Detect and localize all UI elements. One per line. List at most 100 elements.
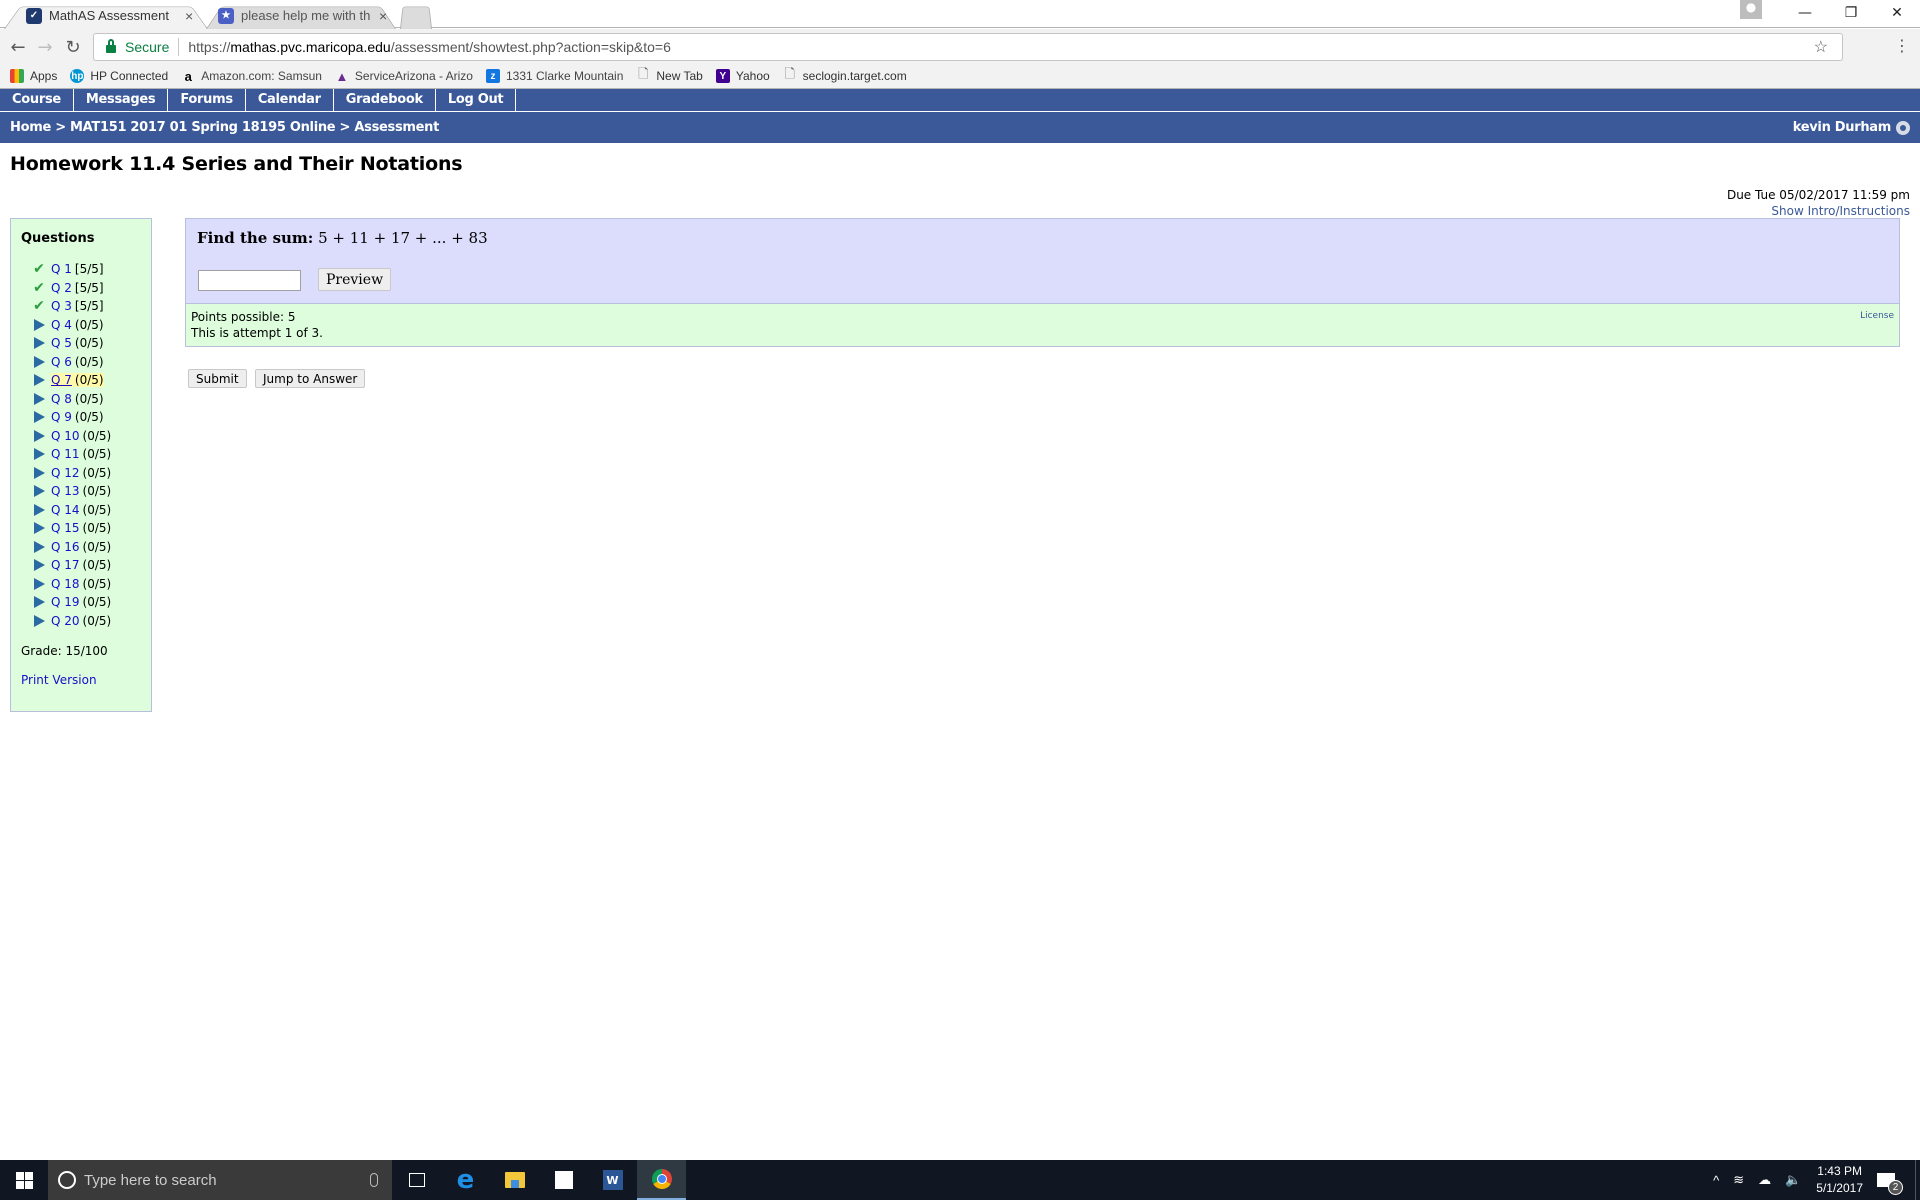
play-arrow-icon (31, 596, 47, 609)
nav-gradebook[interactable]: Gradebook (334, 89, 436, 111)
start-button[interactable] (0, 1160, 48, 1200)
bookmark-new-tab[interactable]: 🗋 New Tab (636, 66, 703, 83)
question-link[interactable]: Q 16 (51, 540, 80, 554)
question-link[interactable]: Q 19 (51, 595, 80, 609)
question-link[interactable]: Q 6 (51, 355, 72, 369)
grade: Grade: 15/100 (21, 644, 108, 658)
close-tab-icon[interactable]: × (185, 8, 193, 24)
question-link[interactable]: Q 4 (51, 318, 72, 332)
questions-heading: Questions (21, 231, 95, 246)
question-text: Find the sum: 5 + 11 + 17 + ... + 83 (197, 229, 488, 247)
breadcrumb[interactable]: Home > MAT151 2017 01 Spring 18195 Onlin… (10, 120, 439, 135)
user-menu[interactable]: kevin Durham (1793, 120, 1910, 135)
nav-forums[interactable]: Forums (168, 89, 246, 111)
question-link[interactable]: Q 7 (51, 373, 72, 387)
preview-button[interactable]: Preview (318, 268, 392, 291)
bookmark-star-icon[interactable]: ☆ (1814, 37, 1828, 57)
question-link[interactable]: Q 14 (51, 503, 80, 517)
action-center-icon[interactable]: 2 (1877, 1173, 1903, 1195)
question-link[interactable]: Q 3 (51, 299, 72, 313)
nav-calendar[interactable]: Calendar (246, 89, 334, 111)
file-explorer-button[interactable] (490, 1160, 539, 1200)
bookmark-servicearizona[interactable]: ▲ ServiceArizona - Arizo (335, 69, 472, 84)
question-link[interactable]: Q 13 (51, 484, 80, 498)
print-version-link[interactable]: Print Version (21, 673, 141, 687)
question-item: ✔ Q 3 [5/5] (21, 297, 141, 316)
task-view-icon (408, 1173, 425, 1187)
forward-icon[interactable]: → (33, 35, 57, 59)
nav-course[interactable]: Course (0, 89, 74, 111)
reload-icon[interactable]: ↻ (61, 35, 85, 59)
profile-icon[interactable]: ● (1740, 0, 1762, 19)
lock-icon (106, 39, 116, 53)
restore-button[interactable]: ❐ (1828, 0, 1874, 26)
tab-title: MathAS Assessment (49, 8, 169, 23)
question-item: ✔ Q 2 [5/5] (21, 279, 141, 298)
question-item: Q 8 (0/5) (21, 390, 141, 409)
play-arrow-icon (31, 411, 47, 424)
wifi-icon[interactable]: ≋ (1733, 1172, 1744, 1188)
show-intro-link[interactable]: Show Intro/Instructions (1727, 203, 1910, 219)
apps-grid-icon (10, 69, 24, 83)
task-view-button[interactable] (392, 1160, 441, 1200)
tab-chegg[interactable]: ★ please help me with the × (206, 2, 396, 30)
question-link-wrap: Q 19 (0/5) (51, 595, 111, 609)
nav-messages[interactable]: Messages (74, 89, 169, 111)
checkmark-icon: ✔ (33, 279, 45, 296)
question-link[interactable]: Q 20 (51, 614, 80, 628)
question-link[interactable]: Q 10 (51, 429, 80, 443)
question-score: (0/5) (82, 613, 112, 628)
volume-icon[interactable]: 🔈 (1785, 1172, 1801, 1188)
taskbar-search[interactable]: Type here to search (48, 1160, 392, 1200)
edge-button[interactable]: e (441, 1160, 490, 1200)
question-item: Q 10 (0/5) (21, 427, 141, 446)
chrome-button[interactable] (637, 1160, 686, 1200)
submit-button[interactable]: Submit (188, 369, 247, 388)
question-link[interactable]: Q 18 (51, 577, 80, 591)
address-bar[interactable]: Secure https://mathas.pvc.maricopa.edu/a… (93, 33, 1843, 61)
play-arrow-icon (31, 540, 47, 553)
question-link[interactable]: Q 17 (51, 558, 80, 572)
onedrive-icon[interactable]: ☁ (1758, 1172, 1771, 1188)
bookmark-amazon[interactable]: a Amazon.com: Samsun (181, 69, 322, 84)
word-button[interactable]: W (588, 1160, 637, 1200)
question-link[interactable]: Q 8 (51, 392, 72, 406)
question-link-wrap: Q 4 (0/5) (51, 318, 104, 332)
tab-mathas-assessment[interactable]: ✓ MathAS Assessment × (4, 2, 208, 30)
breadcrumb-bar: Home > MAT151 2017 01 Spring 18195 Onlin… (0, 112, 1920, 143)
bookmark-yahoo[interactable]: Y Yahoo (715, 69, 770, 83)
license-link[interactable]: License (1860, 308, 1894, 324)
minimize-button[interactable]: — (1782, 0, 1828, 26)
bookmark-apps[interactable]: Apps (10, 69, 57, 83)
nav-logout[interactable]: Log Out (436, 89, 517, 111)
bookmark-hp-connected[interactable]: hp HP Connected (70, 69, 168, 83)
question-link-wrap: Q 12 (0/5) (51, 466, 111, 480)
question-item: Q 14 (0/5) (21, 501, 141, 520)
question-item: Q 13 (0/5) (21, 482, 141, 501)
browser-menu-icon[interactable]: ⋮ (1894, 36, 1910, 56)
close-tab-icon[interactable]: × (379, 8, 387, 24)
bookmark-target[interactable]: 🗋 seclogin.target.com (783, 66, 906, 83)
gear-icon[interactable] (1896, 120, 1910, 135)
clock[interactable]: 1:43 PM 5/1/2017 (1816, 1163, 1863, 1197)
question-body: Find the sum: 5 + 11 + 17 + ... + 83 Pre… (186, 219, 1899, 304)
new-tab-button[interactable] (400, 2, 432, 30)
microphone-icon[interactable] (370, 1173, 378, 1187)
question-link[interactable]: Q 2 (51, 281, 72, 295)
yahoo-icon: Y (715, 69, 730, 83)
show-desktop-button[interactable] (1915, 1160, 1920, 1200)
jump-to-answer-button[interactable]: Jump to Answer (255, 369, 366, 388)
store-button[interactable] (539, 1160, 588, 1200)
question-link[interactable]: Q 9 (51, 410, 72, 424)
windows-taskbar: Type here to search e W ^ ≋ ☁ 🔈 1:43 PM … (0, 1160, 1920, 1200)
show-hidden-icons-icon[interactable]: ^ (1713, 1173, 1719, 1188)
question-link[interactable]: Q 1 (51, 262, 72, 276)
back-icon[interactable]: ← (6, 35, 30, 59)
question-link[interactable]: Q 15 (51, 521, 80, 535)
question-link[interactable]: Q 12 (51, 466, 80, 480)
question-link[interactable]: Q 5 (51, 336, 72, 350)
answer-input[interactable] (198, 270, 301, 291)
bookmark-clarke-mountain[interactable]: z 1331 Clarke Mountain (485, 69, 623, 83)
close-window-button[interactable]: ✕ (1874, 0, 1920, 26)
question-link[interactable]: Q 11 (51, 447, 80, 461)
